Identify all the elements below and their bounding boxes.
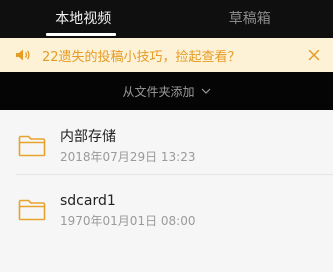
folder-item-internal-storage[interactable]: 内部存储 2018年07月29日 13:23 <box>0 116 333 176</box>
folder-date: 2018年07月29日 13:23 <box>60 149 196 164</box>
folder-icon <box>18 135 46 157</box>
folder-item-sdcard1[interactable]: sdcard1 1970年01月01日 08:00 <box>0 180 333 240</box>
folder-name: sdcard1 <box>60 192 116 209</box>
chevron-down-icon <box>201 86 211 96</box>
speaker-icon <box>14 47 32 63</box>
active-tab-indicator <box>46 33 116 36</box>
tip-banner[interactable]: 22遗失的投稿小技巧，捡起查看？ <box>0 38 333 72</box>
tab-label: 本地视频 <box>55 11 112 27</box>
tip-text: 22遗失的投稿小技巧，捡起查看？ <box>42 49 241 65</box>
tab-local-video[interactable]: 本地视频 <box>0 0 167 36</box>
top-tabs: 本地视频 草稿箱 <box>0 0 333 36</box>
folder-date: 1970年01月01日 08:00 <box>60 213 196 228</box>
folder-icon <box>18 199 46 221</box>
add-from-folder-button[interactable]: 从文件夹添加 <box>0 72 333 110</box>
list-divider <box>16 174 333 175</box>
tab-drafts[interactable]: 草稿箱 <box>167 0 333 36</box>
close-icon[interactable] <box>305 46 323 64</box>
add-from-folder-label: 从文件夹添加 <box>122 84 195 99</box>
folder-list: 内部存储 2018年07月29日 13:23 sdcard1 1970年01月0… <box>0 110 333 272</box>
tab-label: 草稿箱 <box>228 11 271 27</box>
folder-name: 内部存储 <box>60 128 116 145</box>
